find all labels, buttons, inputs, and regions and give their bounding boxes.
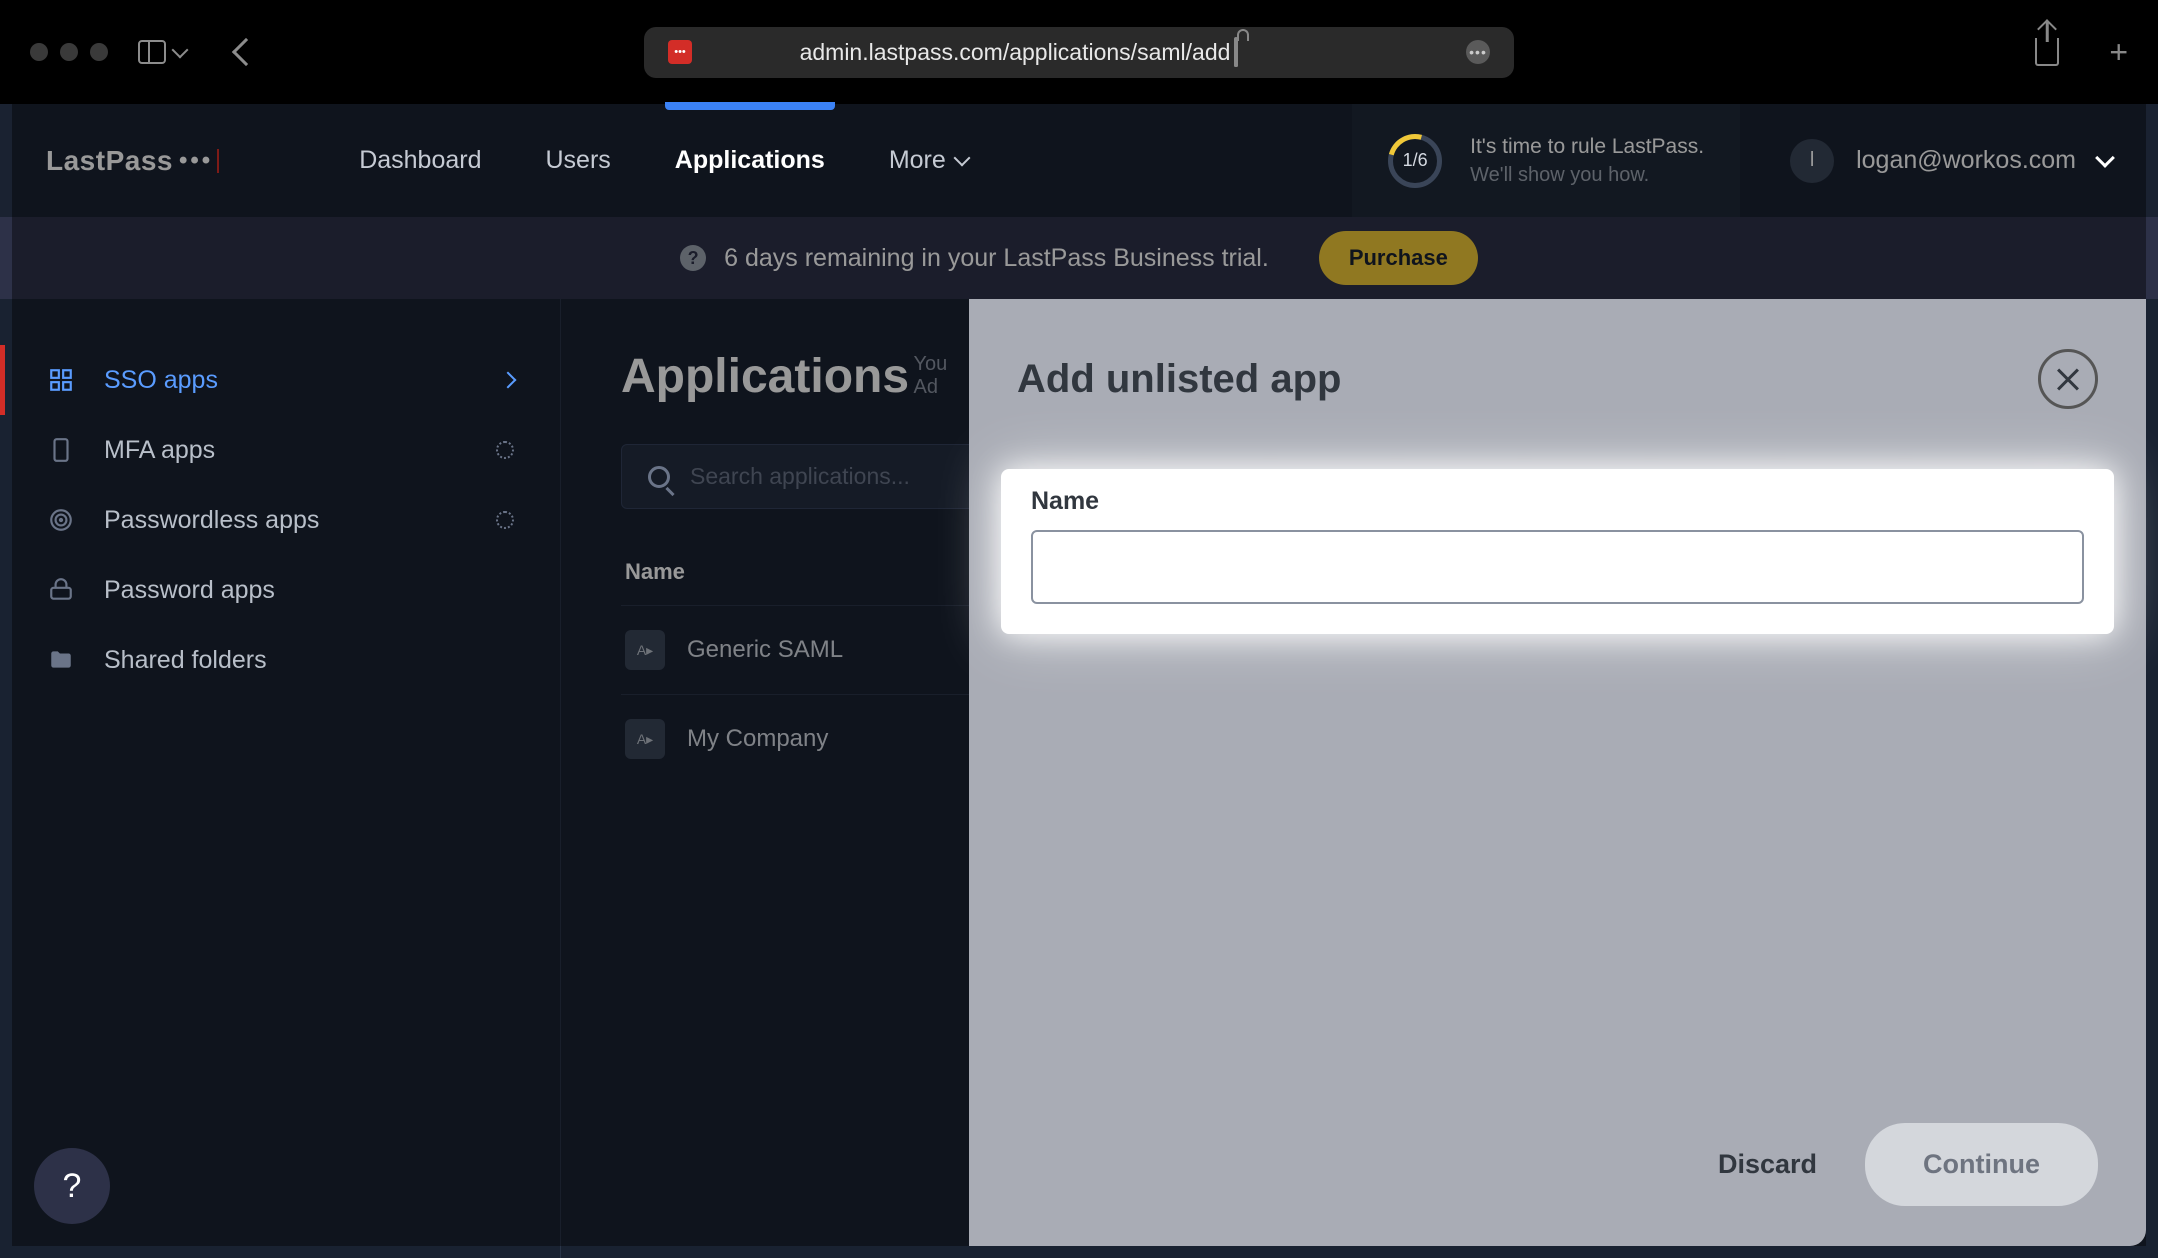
status-dot-icon (496, 511, 514, 529)
name-input[interactable] (1031, 530, 2084, 604)
nav-applications[interactable]: Applications (675, 106, 825, 215)
sidebar-item-label: Password apps (104, 576, 275, 605)
window-controls (30, 43, 108, 61)
nav-dashboard[interactable]: Dashboard (359, 106, 481, 215)
sidebar-toggle[interactable] (138, 40, 186, 64)
name-field-group: Name (1001, 469, 2114, 634)
nav-more[interactable]: More (889, 106, 968, 215)
lock-icon (1234, 37, 1238, 67)
sidebar-item-label: SSO apps (104, 366, 218, 395)
close-window[interactable] (30, 43, 48, 61)
sidebar-item-shared-folders[interactable]: Shared folders (0, 625, 560, 695)
sidebar-item-mfa-apps[interactable]: MFA apps (0, 415, 560, 485)
add-unlisted-app-modal: Add unlisted app Name Discard Continue (969, 299, 2146, 1246)
address-bar[interactable]: ••• admin.lastpass.com/applications/saml… (644, 27, 1514, 78)
name-label: Name (1031, 487, 2084, 516)
sidebar-item-label: MFA apps (104, 436, 215, 465)
sidebar-item-sso-apps[interactable]: SSO apps (0, 345, 560, 415)
key-icon (46, 575, 76, 605)
grid-icon (46, 365, 76, 395)
browser-toolbar: ••• admin.lastpass.com/applications/saml… (0, 0, 2158, 104)
modal-title: Add unlisted app (1017, 357, 1341, 402)
favicon: ••• (668, 40, 692, 64)
new-tab-button[interactable]: + (2109, 34, 2128, 71)
sidebar-item-password-apps[interactable]: Password apps (0, 555, 560, 625)
back-button[interactable] (232, 38, 260, 66)
sidebar-item-label: Passwordless apps (104, 506, 319, 535)
sidebar-icon (138, 40, 166, 64)
page-settings[interactable]: ••• (1466, 40, 1490, 64)
minimize-window[interactable] (60, 43, 78, 61)
close-button[interactable] (2038, 349, 2098, 409)
discard-button[interactable]: Discard (1718, 1149, 1817, 1180)
sidebar-item-label: Shared folders (104, 646, 267, 675)
chevron-right-icon (500, 372, 517, 389)
nav-users[interactable]: Users (546, 106, 611, 215)
progress-counter: 1/6 (1403, 150, 1428, 171)
progress-ring-icon: 1/6 (1388, 134, 1442, 188)
status-dot-icon (496, 441, 514, 459)
mobile-icon (46, 435, 76, 465)
chevron-down-icon (172, 42, 189, 59)
fingerprint-icon (46, 505, 76, 535)
search-icon (648, 466, 670, 488)
url-text: admin.lastpass.com/applications/saml/add (706, 39, 1332, 66)
folder-icon (46, 645, 76, 675)
maximize-window[interactable] (90, 43, 108, 61)
continue-button[interactable]: Continue (1865, 1123, 2098, 1206)
help-fab[interactable]: ? (34, 1148, 110, 1224)
share-icon[interactable] (2035, 38, 2059, 66)
sidebar-item-passwordless-apps[interactable]: Passwordless apps (0, 485, 560, 555)
